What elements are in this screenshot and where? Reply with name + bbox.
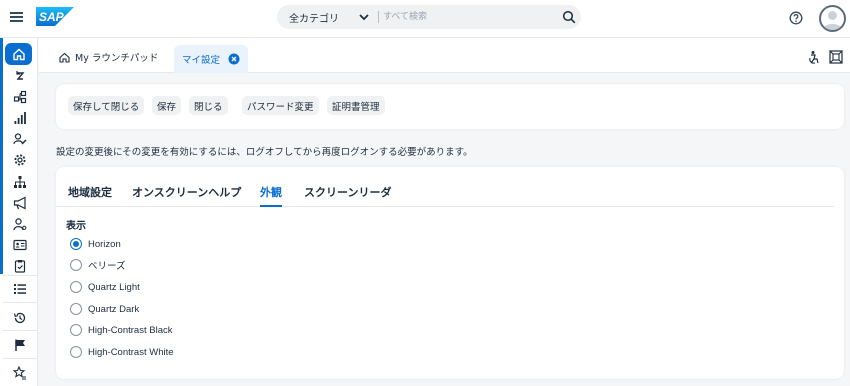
radio-button-selected[interactable] bbox=[70, 238, 82, 250]
sap-logo[interactable]: SAP bbox=[36, 7, 74, 26]
nav-announcements[interactable] bbox=[3, 193, 37, 213]
nav-user-settings[interactable] bbox=[3, 214, 37, 234]
close-button[interactable]: 閉じる bbox=[189, 96, 228, 115]
nav-favorites[interactable] bbox=[3, 363, 37, 383]
list-icon bbox=[14, 284, 26, 294]
theme-option-quartz-light[interactable]: Quartz Light bbox=[70, 280, 140, 294]
save-and-close-button[interactable]: 保存して閉じる bbox=[68, 96, 145, 115]
theme-option-hc-black[interactable]: High-Contrast Black bbox=[70, 323, 172, 337]
save-button[interactable]: 保存 bbox=[152, 96, 182, 115]
radio-button[interactable] bbox=[70, 281, 82, 293]
settings-notice: 設定の変更後にその変更を有効にするには、ログオフしてから再度ログオンする必要があ… bbox=[56, 147, 473, 158]
action-toolbar: 保存して閉じる 保存 閉じる パスワード変更 証明書管理 bbox=[56, 84, 844, 129]
chevron-down-icon[interactable] bbox=[358, 10, 370, 24]
search-icon[interactable] bbox=[562, 10, 576, 24]
tab-onscreen-help[interactable]: オンスクリーンヘルプ bbox=[132, 184, 241, 207]
help-icon[interactable] bbox=[789, 11, 803, 25]
refresh-icon bbox=[16, 71, 25, 80]
radio-button[interactable] bbox=[70, 303, 82, 315]
theme-option-horizon[interactable]: Horizon bbox=[70, 237, 121, 251]
tab-label: My ラウンチパッド bbox=[75, 53, 159, 64]
tab-screen-reader[interactable]: スクリーンリーダ bbox=[304, 184, 391, 207]
search-bar: 全カテゴリ bbox=[277, 5, 581, 29]
favorites-icon bbox=[13, 366, 26, 380]
radio-button[interactable] bbox=[70, 346, 82, 358]
certificate-management-button[interactable]: 証明書管理 bbox=[327, 96, 385, 115]
user-settings-icon bbox=[13, 218, 27, 231]
theme-option-belize[interactable]: ベリーズ bbox=[70, 258, 126, 272]
id-card-icon bbox=[13, 239, 27, 251]
home-icon bbox=[59, 52, 70, 63]
nav-hierarchy[interactable] bbox=[3, 172, 37, 192]
person-icon bbox=[823, 11, 842, 30]
nav-separator bbox=[3, 330, 37, 331]
nav-analytics[interactable] bbox=[3, 108, 37, 128]
settings-card: 地域設定 オンスクリーンヘルプ 外観 スクリーンリーダ 表示 Horizon ベ… bbox=[56, 167, 844, 379]
logo-text: SAP bbox=[39, 10, 65, 24]
nav-separator bbox=[3, 358, 37, 359]
radio-button[interactable] bbox=[70, 259, 82, 271]
clipboard-icon bbox=[14, 260, 26, 273]
nav-separator bbox=[3, 302, 37, 303]
search-input[interactable] bbox=[383, 9, 553, 25]
radio-button[interactable] bbox=[70, 324, 82, 336]
org-chart-icon bbox=[13, 90, 27, 104]
accessibility-icon[interactable] bbox=[807, 50, 821, 64]
nav-flags[interactable] bbox=[3, 335, 37, 355]
theme-option-hc-white[interactable]: High-Contrast White bbox=[70, 345, 174, 359]
tab-regional-settings[interactable]: 地域設定 bbox=[68, 184, 112, 207]
nav-org[interactable] bbox=[3, 87, 37, 107]
edit-user-icon bbox=[13, 133, 27, 145]
theme-option-quartz-dark[interactable]: Quartz Dark bbox=[70, 302, 139, 316]
close-tab-icon[interactable] bbox=[228, 53, 240, 65]
change-password-button[interactable]: パスワード変更 bbox=[242, 96, 319, 115]
theme-option-label: Quartz Light bbox=[88, 281, 140, 293]
home-icon bbox=[12, 48, 25, 61]
nav-home[interactable] bbox=[5, 43, 32, 65]
side-navigation bbox=[0, 38, 38, 386]
megaphone-icon bbox=[13, 196, 26, 210]
display-section-title: 表示 bbox=[66, 221, 86, 232]
shell-bar: SAP 全カテゴリ bbox=[0, 0, 850, 38]
flag-icon bbox=[15, 339, 25, 351]
nav-settings[interactable] bbox=[3, 150, 37, 170]
theme-option-label: Quartz Dark bbox=[88, 303, 140, 315]
nav-edit-profile[interactable] bbox=[3, 129, 37, 149]
fullscreen-icon[interactable] bbox=[829, 50, 843, 64]
nav-contacts[interactable] bbox=[3, 235, 37, 255]
user-avatar[interactable] bbox=[819, 5, 846, 32]
tab-label: マイ設定 bbox=[182, 55, 221, 66]
settings-tab-strip: 地域設定 オンスクリーンヘルプ 外観 スクリーンリーダ bbox=[56, 182, 834, 207]
bar-chart-icon bbox=[14, 112, 26, 124]
settings-gear-icon bbox=[14, 154, 26, 166]
hierarchy-icon bbox=[14, 176, 26, 188]
theme-option-label: High-Contrast White bbox=[88, 346, 174, 358]
app-tab-bar: My ラウンチパッド マイ設定 bbox=[39, 38, 850, 73]
theme-option-label: High-Contrast Black bbox=[88, 324, 173, 336]
search-category[interactable]: 全カテゴリ bbox=[289, 10, 339, 25]
theme-option-label: ベリーズ bbox=[88, 261, 126, 272]
tab-appearance[interactable]: 外観 bbox=[260, 184, 282, 207]
nav-tasks[interactable] bbox=[3, 256, 37, 276]
nav-history[interactable] bbox=[3, 308, 37, 328]
nav-separator bbox=[3, 275, 37, 276]
history-icon bbox=[13, 312, 26, 324]
menu-icon[interactable] bbox=[9, 10, 25, 26]
tab-my-launchpad[interactable]: My ラウンチパッド bbox=[59, 49, 158, 65]
search-divider bbox=[378, 11, 379, 23]
nav-refresh[interactable] bbox=[3, 66, 37, 86]
theme-option-label: Horizon bbox=[88, 238, 121, 250]
nav-list[interactable] bbox=[3, 279, 37, 299]
tab-my-settings[interactable]: マイ設定 bbox=[174, 45, 249, 73]
